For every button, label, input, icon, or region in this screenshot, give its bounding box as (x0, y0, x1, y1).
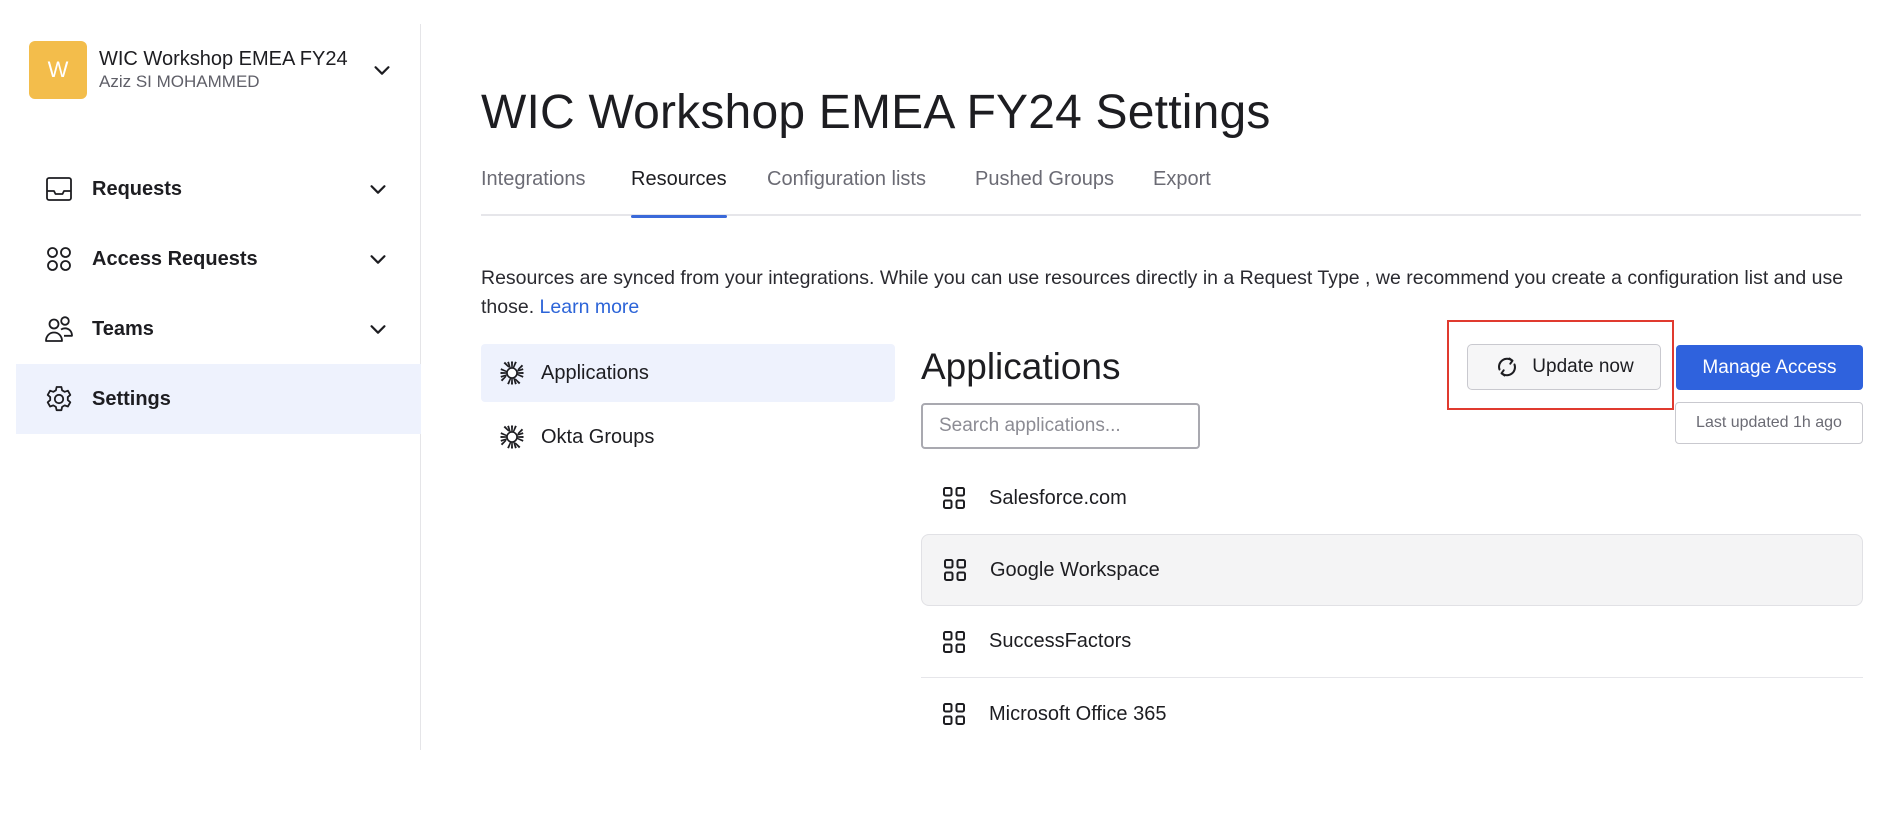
sidebar-item-label: Access Requests (92, 247, 258, 270)
sidebar-item-requests[interactable]: Requests (16, 154, 421, 224)
apps-grid-icon (943, 703, 965, 725)
tab-configuration-lists[interactable]: Configuration lists (767, 168, 926, 216)
sidebar-item-teams[interactable]: Teams (16, 294, 421, 364)
update-now-button[interactable]: Update now (1467, 344, 1661, 390)
sidebar-item-settings[interactable]: Settings (16, 364, 421, 434)
tab-resources[interactable]: Resources (631, 168, 727, 218)
sidebar-item-label: Teams (92, 317, 154, 340)
tab-bar: Integrations Resources Configuration lis… (481, 160, 1861, 218)
search-applications-input[interactable] (921, 403, 1200, 449)
application-row[interactable]: SuccessFactors (921, 606, 1863, 678)
apps-grid-icon (943, 630, 965, 653)
chevron-down-icon (370, 185, 386, 194)
resource-item-okta-groups[interactable]: Okta Groups (481, 408, 895, 466)
application-label: Salesforce.com (989, 486, 1127, 509)
org-avatar: W (29, 41, 87, 99)
tab-active-indicator (631, 215, 727, 218)
tab-integrations[interactable]: Integrations (481, 168, 586, 216)
manage-access-button[interactable]: Manage Access (1676, 345, 1863, 390)
inbox-icon (46, 177, 72, 201)
resource-item-applications[interactable]: Applications (481, 344, 895, 402)
application-row[interactable]: Salesforce.com (921, 462, 1863, 534)
sync-icon (1498, 357, 1517, 377)
grid-circles-icon (47, 247, 71, 271)
sidebar-item-access-requests[interactable]: Access Requests (16, 224, 421, 294)
tab-label: Resources (631, 168, 727, 190)
org-user: Aziz SI MOHAMMED (99, 72, 260, 91)
description-text: Resources are synced from your integrati… (481, 267, 1844, 318)
okta-sun-icon (500, 425, 524, 449)
chevron-down-icon (374, 66, 390, 75)
sidebar: W WIC Workshop EMEA FY24 Aziz SI MOHAMME… (0, 24, 421, 750)
last-updated-badge: Last updated 1h ago (1675, 402, 1863, 444)
sidebar-item-label: Requests (92, 177, 183, 200)
sidebar-nav: Requests Access Requests Teams Settings (16, 154, 421, 434)
sidebar-item-label: Settings (92, 387, 171, 410)
apps-grid-icon (943, 487, 965, 509)
gear-icon (46, 386, 72, 412)
org-switcher[interactable]: W WIC Workshop EMEA FY24 Aziz SI MOHAMME… (29, 41, 399, 99)
org-name: WIC Workshop EMEA FY24 (99, 48, 348, 70)
apps-grid-icon (944, 559, 966, 581)
resource-label: Applications (541, 361, 649, 384)
tab-export[interactable]: Export (1153, 168, 1211, 216)
resources-description: Resources are synced from your integrati… (481, 264, 1861, 322)
update-now-label: Update now (1532, 356, 1634, 377)
tab-pushed-groups[interactable]: Pushed Groups (975, 168, 1114, 216)
chevron-down-icon (370, 255, 386, 264)
okta-sun-icon (500, 361, 524, 385)
org-info: WIC Workshop EMEA FY24 Aziz SI MOHAMMED (99, 47, 371, 93)
application-label: Google Workspace (990, 558, 1160, 581)
application-label: SuccessFactors (989, 630, 1132, 652)
application-label: Microsoft Office 365 (989, 702, 1167, 725)
chevron-down-icon (370, 325, 386, 334)
page-title: WIC Workshop EMEA FY24 Settings (481, 86, 1271, 139)
resource-label: Okta Groups (541, 425, 655, 448)
people-icon (45, 316, 73, 342)
applications-heading: Applications (921, 346, 1121, 387)
learn-more-link[interactable]: Learn more (540, 296, 640, 318)
application-row[interactable]: Google Workspace (921, 534, 1863, 606)
application-row[interactable]: Microsoft Office 365 (921, 678, 1863, 750)
